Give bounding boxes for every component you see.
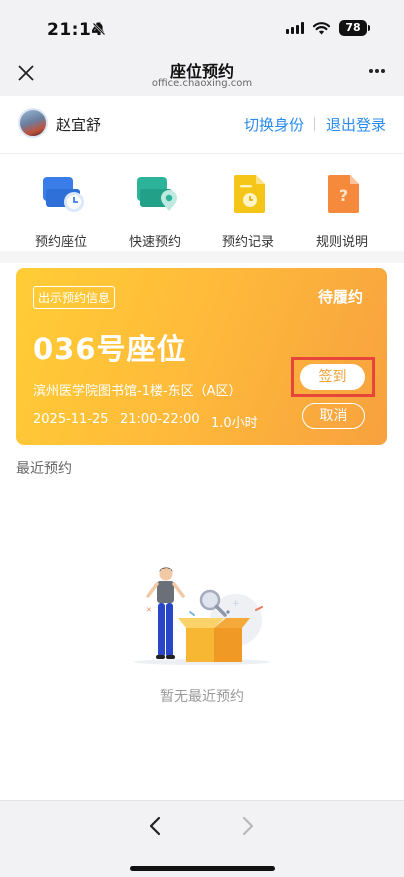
menu-label: 预约记录 xyxy=(221,235,274,250)
seat-location: 滨州医学院图书馆-1楼-东区（A区） xyxy=(33,384,242,399)
seat-location-icon xyxy=(137,177,177,211)
svg-text:+: + xyxy=(232,599,240,609)
menu-item-records[interactable]: 预约记录 xyxy=(208,169,288,250)
recent-section-title: 最近预约 xyxy=(16,461,72,477)
logout-link[interactable]: 退出登录 xyxy=(326,114,386,135)
menu-label: 预约座位 xyxy=(34,235,87,250)
section-divider xyxy=(0,251,404,263)
svg-text:✕: ✕ xyxy=(146,606,152,614)
user-name: 赵宜舒 xyxy=(56,116,102,134)
reservation-duration: 1.0小时 xyxy=(211,416,258,431)
menu-item-rules[interactable]: ? 规则说明 xyxy=(302,169,382,250)
svg-text:?: ? xyxy=(339,186,348,205)
menu-item-reserve-seat[interactable]: 预约座位 xyxy=(21,169,101,250)
rules-question-icon: ? xyxy=(328,175,359,213)
reservation-time: 21:00-22:00 xyxy=(120,412,200,427)
status-bar: 21:14 78 xyxy=(0,0,404,50)
divider xyxy=(314,117,315,131)
bell-slash-icon xyxy=(92,22,106,36)
status-badge: 待履约 xyxy=(317,288,363,306)
cancel-button[interactable]: 取消 xyxy=(302,403,365,429)
menu-item-quick-reserve[interactable]: 快速预约 xyxy=(115,169,195,250)
empty-state-illustration: + ✕ xyxy=(134,567,270,665)
seat-number: 036号座位 xyxy=(33,332,187,366)
more-icon[interactable] xyxy=(368,66,386,76)
checkin-button[interactable]: 签到 xyxy=(300,364,365,390)
home-indicator[interactable] xyxy=(130,866,275,871)
menu-label: 规则说明 xyxy=(315,235,368,250)
menu-label: 快速预约 xyxy=(128,235,181,250)
forward-chevron-icon[interactable] xyxy=(241,815,255,837)
back-chevron-icon[interactable] xyxy=(148,815,162,837)
record-doc-icon xyxy=(234,175,265,213)
empty-state-text: 暂无最近预约 xyxy=(160,689,244,705)
battery-icon: 78 xyxy=(339,20,370,36)
reservation-date: 2025-11-25 xyxy=(33,412,109,427)
seat-clock-icon xyxy=(43,177,84,212)
wifi-icon xyxy=(312,22,331,35)
switch-identity-link[interactable]: 切换身份 xyxy=(244,114,304,135)
show-reservation-badge[interactable]: 出示预约信息 xyxy=(33,286,116,309)
nav-bar: 座位预约 office.chaoxing.com xyxy=(0,50,404,96)
user-bar: 赵宜舒 切换身份 退出登录 xyxy=(0,96,404,154)
reservation-card: 出示预约信息 待履约 036号座位 滨州医学院图书馆-1楼-东区（A区） 202… xyxy=(16,268,387,445)
quick-menu: 预约座位 快速预约 预约记录 ? 规则说明 xyxy=(0,155,404,251)
avatar[interactable] xyxy=(18,108,48,138)
page-url: office.chaoxing.com xyxy=(151,78,253,89)
